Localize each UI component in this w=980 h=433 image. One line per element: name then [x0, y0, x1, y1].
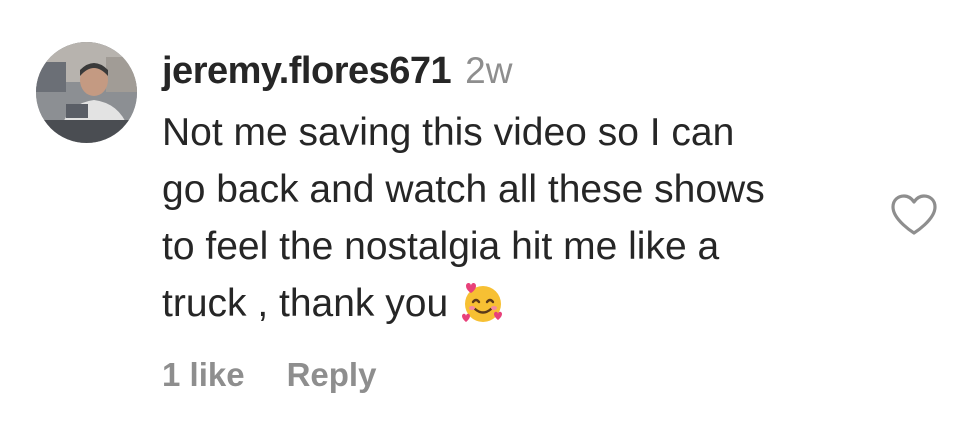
- comment-text: Not me saving this video so I can go bac…: [162, 104, 862, 342]
- comment-text-line-last: truck , thank you: [162, 275, 862, 342]
- comment-text-line: truck , thank you: [162, 282, 449, 325]
- heart-outline-icon[interactable]: [889, 193, 939, 237]
- reply-button[interactable]: Reply: [287, 356, 377, 394]
- comment-actions: 1 like Reply: [162, 356, 376, 394]
- avatar[interactable]: [36, 42, 137, 143]
- like-count[interactable]: 1 like: [162, 356, 245, 394]
- username-link[interactable]: jeremy.flores671: [162, 50, 452, 93]
- comment-text-line: go back and watch all these shows: [162, 168, 765, 211]
- comment: jeremy.flores671 2w Not me saving this v…: [0, 0, 980, 433]
- comment-text-line: Not me saving this video so I can: [162, 111, 735, 154]
- comment-timestamp[interactable]: 2w: [465, 50, 512, 92]
- comment-header: jeremy.flores671 2w: [162, 50, 862, 100]
- comment-content: jeremy.flores671 2w Not me saving this v…: [162, 50, 862, 342]
- avatar-image: [36, 42, 137, 143]
- smiling-face-with-hearts-icon: [460, 280, 506, 342]
- comment-text-line: to feel the nostalgia hit me like a: [162, 225, 720, 268]
